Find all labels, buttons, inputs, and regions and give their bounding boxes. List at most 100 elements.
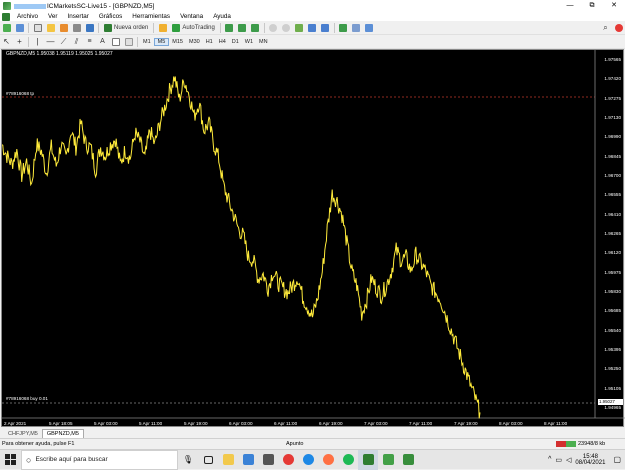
close-button[interactable]: ✕ [603, 0, 625, 12]
menu-herramientas[interactable]: Herramientas [127, 13, 175, 20]
search-icon[interactable]: ⌕ [600, 22, 611, 33]
text-icon[interactable]: A [97, 36, 108, 47]
menu-ver[interactable]: Ver [43, 13, 62, 20]
taskbar-search[interactable]: ○ Escribe aquí para buscar [21, 449, 178, 470]
price-tick-label: 1.96555 [604, 192, 621, 198]
menu-archivo[interactable]: Archivo [12, 13, 43, 20]
volume-icon[interactable]: ◁ [566, 456, 571, 464]
notifications-icon[interactable] [613, 22, 624, 33]
metatrader-taskbar-icon[interactable] [358, 449, 378, 470]
tile-windows-icon[interactable] [294, 22, 305, 33]
autotrading-button[interactable]: AutoTrading [170, 22, 216, 33]
price-tick-label: 1.96845 [604, 153, 621, 159]
timeframe-m30[interactable]: M30 [186, 39, 203, 45]
data-window-icon[interactable] [45, 22, 56, 33]
trendline-icon[interactable]: ⟋ [58, 36, 69, 47]
metatrader-second-icon[interactable] [378, 450, 398, 470]
toolbar-separator [28, 36, 29, 47]
zoom-out-icon[interactable] [281, 22, 292, 33]
edge-icon[interactable] [298, 450, 318, 470]
opera-icon[interactable] [278, 450, 298, 470]
search-icon: ○ [26, 454, 32, 465]
task-view-icon[interactable] [198, 450, 218, 470]
mic-icon[interactable]: 🎙 [178, 450, 198, 470]
navigator-icon[interactable] [58, 22, 69, 33]
new-order-label: Nueva orden [114, 24, 149, 31]
periods-icon[interactable] [351, 22, 362, 33]
crosshair-icon[interactable]: + [14, 36, 25, 47]
timeframe-mn[interactable]: MN [256, 39, 271, 45]
title-bar: ICMarketsSC-Live15 - [GBPNZD,M5] — ⧉ ✕ [0, 0, 625, 12]
tab-gbpnzd[interactable]: GBPNZD,M5 [41, 429, 84, 438]
spotify-icon[interactable] [338, 450, 358, 470]
time-tick-label: 5 Apr 03:00 [94, 421, 118, 426]
timeframe-w1[interactable]: W1 [242, 39, 256, 45]
price-tick-label: 1.95975 [604, 269, 621, 275]
vertical-line-icon[interactable]: | [32, 36, 43, 47]
terminal-icon[interactable] [71, 22, 82, 33]
time-tick-label: 2 Apr 2021 [4, 421, 27, 426]
restore-button[interactable]: ⧉ [581, 0, 603, 12]
toolbar-separator [153, 22, 155, 33]
menu-graficos[interactable]: Gráficos [94, 13, 127, 20]
text-label-icon[interactable] [110, 36, 121, 47]
market-watch-icon[interactable] [32, 22, 43, 33]
line-chart-icon[interactable] [250, 22, 261, 33]
notification-center-icon[interactable]: ▢ [613, 455, 621, 464]
indicators-icon[interactable] [338, 22, 349, 33]
toolbar-separator [137, 36, 138, 47]
price-tick-label: 1.97420 [604, 76, 621, 82]
templates-icon[interactable] [364, 22, 375, 33]
chart-shift-icon[interactable] [307, 22, 318, 33]
timeframe-m15[interactable]: M15 [169, 39, 186, 45]
toolbar-separator [219, 22, 221, 33]
firefox-icon[interactable] [318, 450, 338, 470]
mt4-app-icon [3, 2, 11, 10]
profiles-icon[interactable] [14, 22, 25, 33]
menu-ventana[interactable]: Ventana [175, 13, 208, 20]
timeframe-h1[interactable]: H1 [203, 39, 216, 45]
window-title: ICMarketsSC-Live15 - [GBPNZD,M5] [47, 2, 155, 10]
menu-ayuda[interactable]: Ayuda [208, 13, 236, 20]
arrows-icon[interactable] [123, 36, 134, 47]
price-tick-label: 1.95830 [604, 289, 621, 294]
price-tick-label: 1.95250 [604, 366, 621, 372]
autotrading-icon [172, 23, 181, 32]
tab-chfjpy[interactable]: CHFJPY,M5 [4, 430, 42, 438]
new-chart-icon[interactable] [1, 22, 12, 33]
fibonacci-icon[interactable]: ≡ [84, 36, 95, 47]
chart-window[interactable]: GBPNZD,M5 1.95038 1.95119 1.95025 1.9502… [1, 49, 625, 428]
metatrader-third-icon[interactable] [398, 450, 418, 470]
store-icon[interactable] [258, 450, 278, 470]
price-chart[interactable] [2, 50, 625, 428]
timeframe-d1[interactable]: D1 [229, 39, 242, 45]
file-explorer-icon[interactable] [218, 450, 238, 470]
mail-icon[interactable] [238, 450, 258, 470]
timeframe-m1[interactable]: M1 [140, 39, 154, 45]
tester-icon[interactable] [84, 22, 95, 33]
timeframe-h4[interactable]: H4 [216, 39, 229, 45]
bar-chart-icon[interactable] [224, 22, 235, 33]
meta-editor-icon[interactable] [157, 22, 168, 33]
taskbar-clock[interactable]: 15:48 08/04/2021 [575, 454, 605, 466]
autoscroll-icon[interactable] [320, 22, 331, 33]
price-tick-label: 1.96120 [604, 250, 621, 256]
time-tick-label: 6 Apr 03:00 [229, 421, 253, 426]
windows-start-icon[interactable] [5, 454, 16, 465]
candlestick-icon[interactable] [237, 22, 248, 33]
status-traffic: 23948/8 kb [578, 441, 606, 447]
zoom-in-icon[interactable] [268, 22, 279, 33]
system-tray-chevron-icon[interactable]: ^ [548, 456, 551, 463]
chart-window-icon [2, 12, 10, 21]
cursor-icon[interactable]: ↖ [1, 36, 12, 47]
new-order-button[interactable]: Nueva orden [102, 22, 150, 33]
minimize-button[interactable]: — [559, 0, 581, 12]
buy-order-label: #78916068 buy 0.01 [6, 396, 48, 401]
timeframe-m5[interactable]: M5 [153, 37, 170, 46]
network-icon[interactable]: ▭ [555, 456, 562, 464]
horizontal-line-icon[interactable]: — [45, 36, 56, 47]
menu-insertar[interactable]: Insertar [62, 13, 93, 20]
menu-bar: Archivo Ver Insertar Gráficos Herramient… [0, 12, 625, 21]
channel-icon[interactable]: ⫽ [71, 36, 82, 47]
standard-toolbar: Nueva orden AutoTrading ⌕ [0, 21, 625, 35]
